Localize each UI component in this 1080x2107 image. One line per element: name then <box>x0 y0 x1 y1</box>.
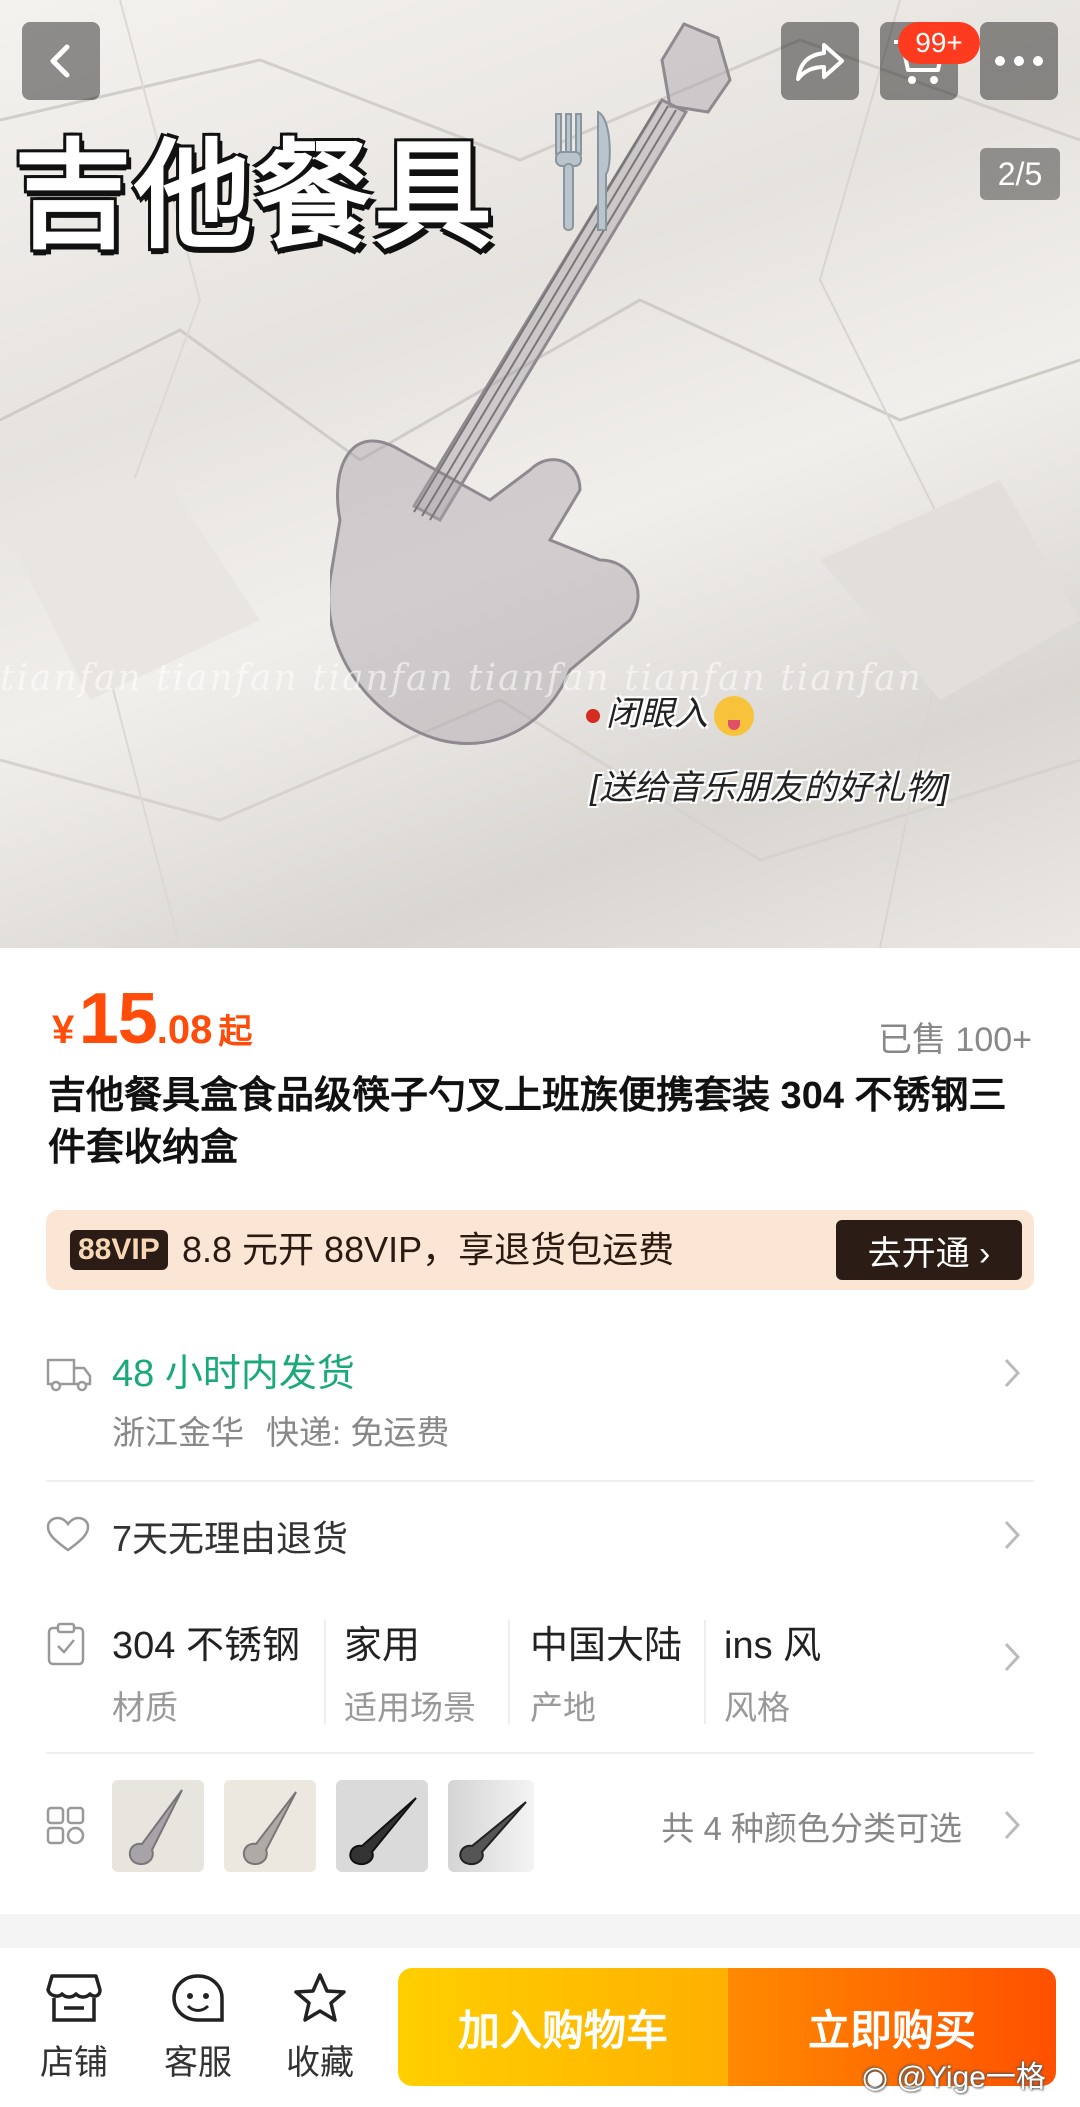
add-to-cart-button[interactable]: 加入购物车 <box>398 1968 728 2086</box>
vip-promo-bar[interactable]: 88VIP 8.8 元开 88VIP，享退货包运费 去开通 › <box>46 1210 1034 1290</box>
vip-promo-text: 8.8 元开 88VIP，享退货包运费 <box>182 1229 675 1270</box>
more-button[interactable] <box>980 22 1058 100</box>
grid-options-icon <box>46 1806 85 1845</box>
color-thumbnail-2[interactable] <box>224 1780 316 1872</box>
attribute-separator <box>704 1620 706 1724</box>
customer-service-icon <box>172 1974 224 2022</box>
attribute-style: ins 风 风格 <box>724 1614 822 1726</box>
guitar-thumbnail-image <box>242 1791 297 1866</box>
chevron-right-icon <box>1004 1358 1021 1388</box>
more-dots-icon <box>995 56 1043 66</box>
attribute-key: 风格 <box>724 1689 790 1726</box>
color-thumbnail-4[interactable] <box>448 1780 534 1872</box>
price-integer: 15 <box>78 979 158 1059</box>
hero-title: 吉他餐具 <box>14 127 495 265</box>
attribute-value: 中国大陆 <box>530 1625 683 1667</box>
attribute-separator <box>508 1620 510 1724</box>
price-suffix: 起 <box>218 1013 253 1051</box>
star-icon <box>294 1973 346 2022</box>
attribute-origin: 中国大陆 产地 <box>530 1614 683 1726</box>
shipping-time: 48 小时内发货 <box>112 1353 355 1395</box>
attribute-material: 304 不锈钢 材质 <box>112 1614 300 1726</box>
shipping-origin: 浙江金华 <box>112 1414 244 1451</box>
attribute-value: ins 风 <box>724 1625 822 1667</box>
shipping-express: 快递: 免运费 <box>266 1414 450 1451</box>
divider <box>46 1480 1034 1482</box>
returns-row[interactable]: 7天无理由退货 <box>46 1510 1034 1566</box>
product-title: 吉他餐具盒食品级筷子勺叉上班族便携套装 304 不锈钢三件套收纳盒 <box>48 1075 1007 1169</box>
guitar-thumbnail-image <box>459 1801 527 1866</box>
weibo-icon: ◉ <box>862 2061 889 2094</box>
store-tab[interactable]: 店铺 <box>24 1972 124 2084</box>
attribute-value: 304 不锈钢 <box>112 1625 300 1667</box>
shipping-row[interactable]: 48 小时内发货 浙江金华 快递: 免运费 <box>46 1342 1034 1452</box>
divider <box>46 1752 1034 1754</box>
cutlery-icon <box>555 110 611 231</box>
hero-caption-1: 闭眼入 <box>586 686 754 737</box>
attribute-value: 家用 <box>344 1625 421 1667</box>
color-thumbnail-1[interactable] <box>112 1780 204 1872</box>
share-button[interactable] <box>781 22 859 100</box>
guitar-thumbnail-image <box>349 1797 417 1866</box>
share-icon <box>796 43 844 81</box>
section-gap <box>0 1914 1080 1948</box>
attributes-row[interactable]: 304 不锈钢 材质 家用 适用场景 中国大陆 产地 ins 风 风格 <box>46 1614 1034 1734</box>
chevron-right-icon <box>1004 1520 1021 1550</box>
store-icon <box>46 1974 102 2022</box>
back-button[interactable] <box>22 22 100 100</box>
attribute-key: 适用场景 <box>344 1689 476 1726</box>
attribute-scene: 家用 适用场景 <box>344 1614 476 1726</box>
guitar-thumbnail-image <box>128 1789 183 1866</box>
weibo-watermark: ◉ @Yige一格 <box>862 2052 1046 2096</box>
attribute-key: 产地 <box>530 1689 596 1726</box>
color-options-row[interactable]: 共 4 种颜色分类可选 <box>46 1780 1034 1872</box>
price: ¥ 15.08 起 <box>52 978 252 1060</box>
clipboard-check-icon <box>47 1622 85 1666</box>
chevron-right-icon <box>1004 1810 1021 1840</box>
shipping-details: 浙江金华 快递: 免运费 <box>112 1406 471 1454</box>
hero-caption-2: [送给音乐朋友的好礼物] <box>590 769 949 807</box>
customer-service-tab[interactable]: 客服 <box>148 1972 248 2084</box>
tongue-emoji-icon <box>714 696 754 737</box>
attribute-key: 材质 <box>112 1689 178 1726</box>
price-row: ¥ 15.08 起 已售 100+ <box>48 978 1032 1060</box>
image-watermark: tianfan tianfan tianfan tianfan tianfan … <box>0 658 923 699</box>
product-image-carousel[interactable]: 吉他餐具 tianfan tianfan tianfan tianfan tia… <box>0 0 1080 948</box>
vip-open-button[interactable]: 去开通 › <box>836 1220 1022 1280</box>
sold-count: 已售 100+ <box>877 1021 1032 1059</box>
truck-icon <box>46 1358 92 1392</box>
heart-icon <box>46 1516 90 1552</box>
favorite-tab[interactable]: 收藏 <box>270 1972 370 2084</box>
chevron-left-icon <box>50 44 70 78</box>
image-page-indicator: 2/5 <box>980 148 1060 200</box>
currency-symbol: ¥ <box>52 1008 75 1052</box>
returns-policy: 7天无理由退货 <box>112 1518 349 1559</box>
vip-logo: 88VIP <box>70 1230 168 1270</box>
price-decimal: .08 <box>156 1008 213 1052</box>
attribute-separator <box>324 1620 326 1724</box>
cart-count-badge: 99+ <box>898 22 980 64</box>
chevron-right-icon <box>1004 1642 1021 1672</box>
store-label: 店铺 <box>40 2044 108 2082</box>
red-dot-icon <box>586 709 600 724</box>
color-options-text: 共 4 种颜色分类可选 <box>661 1810 962 1847</box>
favorite-label: 收藏 <box>286 2044 354 2082</box>
weibo-handle: @Yige一格 <box>896 2061 1046 2094</box>
color-thumbnail-3[interactable] <box>336 1780 428 1872</box>
customer-service-label: 客服 <box>164 2044 232 2082</box>
